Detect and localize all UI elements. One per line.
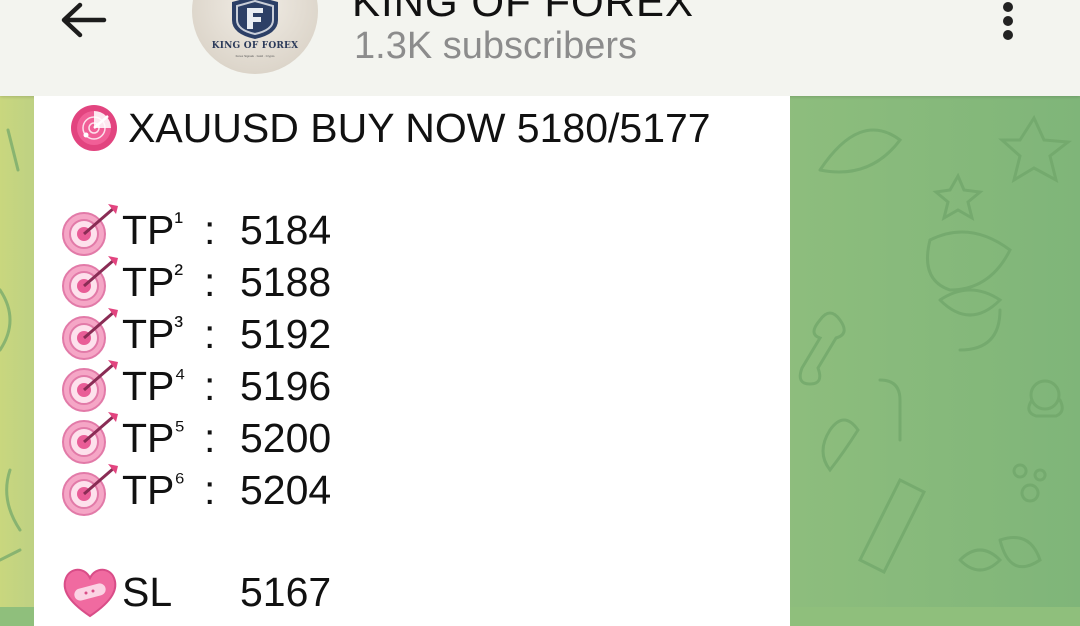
- more-options-button[interactable]: [990, 2, 1026, 42]
- message-bubble[interactable]: XAUUSD BUY NOW 5180/5177 TP¹ : 5184 TP² …: [34, 96, 790, 626]
- tp-label: TP³: [122, 310, 184, 357]
- mending-heart-icon: [63, 568, 117, 618]
- tp-separator: :: [204, 466, 216, 513]
- take-profit-row: TP² : 5188: [60, 256, 331, 308]
- stop-loss-row: SL 5167: [60, 566, 331, 618]
- tp-value: 5192: [240, 310, 332, 357]
- tp-label: TP¹: [122, 206, 184, 253]
- tp-value: 5204: [240, 466, 332, 513]
- tp-separator: :: [204, 310, 216, 357]
- more-vertical-icon-dot: [1003, 16, 1013, 26]
- avatar-brand-text: KING OF FOREX: [211, 41, 299, 51]
- target-dart-icon: [62, 412, 118, 464]
- sl-value: 5167: [240, 568, 332, 615]
- avatar-tagline: Forex Signals · Gold · Crypto: [235, 54, 275, 58]
- tp-label: TP²: [122, 258, 184, 305]
- forex-logo-icon: [232, 0, 278, 39]
- channel-title[interactable]: KING OF FOREX: [352, 0, 694, 26]
- tp-label: TP⁶: [122, 466, 186, 513]
- take-profit-row: TP⁵ : 5200: [60, 412, 331, 464]
- tp-separator: :: [204, 414, 216, 461]
- take-profit-row: TP⁴ : 5196: [60, 360, 331, 412]
- channel-avatar[interactable]: KING OF FOREX Forex Signals · Gold · Cry…: [192, 0, 318, 74]
- sl-label: SL: [122, 568, 173, 615]
- signal-headline: XAUUSD BUY NOW 5180/5177: [68, 102, 711, 154]
- back-button[interactable]: [56, 0, 112, 40]
- more-vertical-icon: [1003, 2, 1013, 12]
- take-profit-row: TP¹ : 5184: [60, 204, 331, 256]
- more-vertical-icon-dot: [1003, 30, 1013, 40]
- target-dart-icon: [62, 204, 118, 256]
- tp-value: 5200: [240, 414, 332, 461]
- signal-headline-text: XAUUSD BUY NOW 5180/5177: [128, 104, 711, 151]
- tp-label: TP⁴: [122, 362, 186, 409]
- subscriber-count: 1.3K subscribers: [354, 25, 638, 67]
- tp-value: 5184: [240, 206, 332, 253]
- arrow-left-icon: [61, 2, 107, 38]
- tp-value: 5188: [240, 258, 332, 305]
- tp-value: 5196: [240, 362, 332, 409]
- take-profit-row: TP³ : 5192: [60, 308, 331, 360]
- target-dart-icon: [62, 308, 118, 360]
- tp-separator: :: [204, 362, 216, 409]
- tp-separator: :: [204, 206, 216, 253]
- radar-icon: [71, 105, 117, 151]
- tp-separator: :: [204, 258, 216, 305]
- chat-header: KING OF FOREX Forex Signals · Gold · Cry…: [0, 0, 1080, 96]
- tp-label: TP⁵: [122, 414, 186, 461]
- target-dart-icon: [62, 256, 118, 308]
- take-profit-row: TP⁶ : 5204: [60, 464, 331, 516]
- target-dart-icon: [62, 360, 118, 412]
- target-dart-icon: [62, 464, 118, 516]
